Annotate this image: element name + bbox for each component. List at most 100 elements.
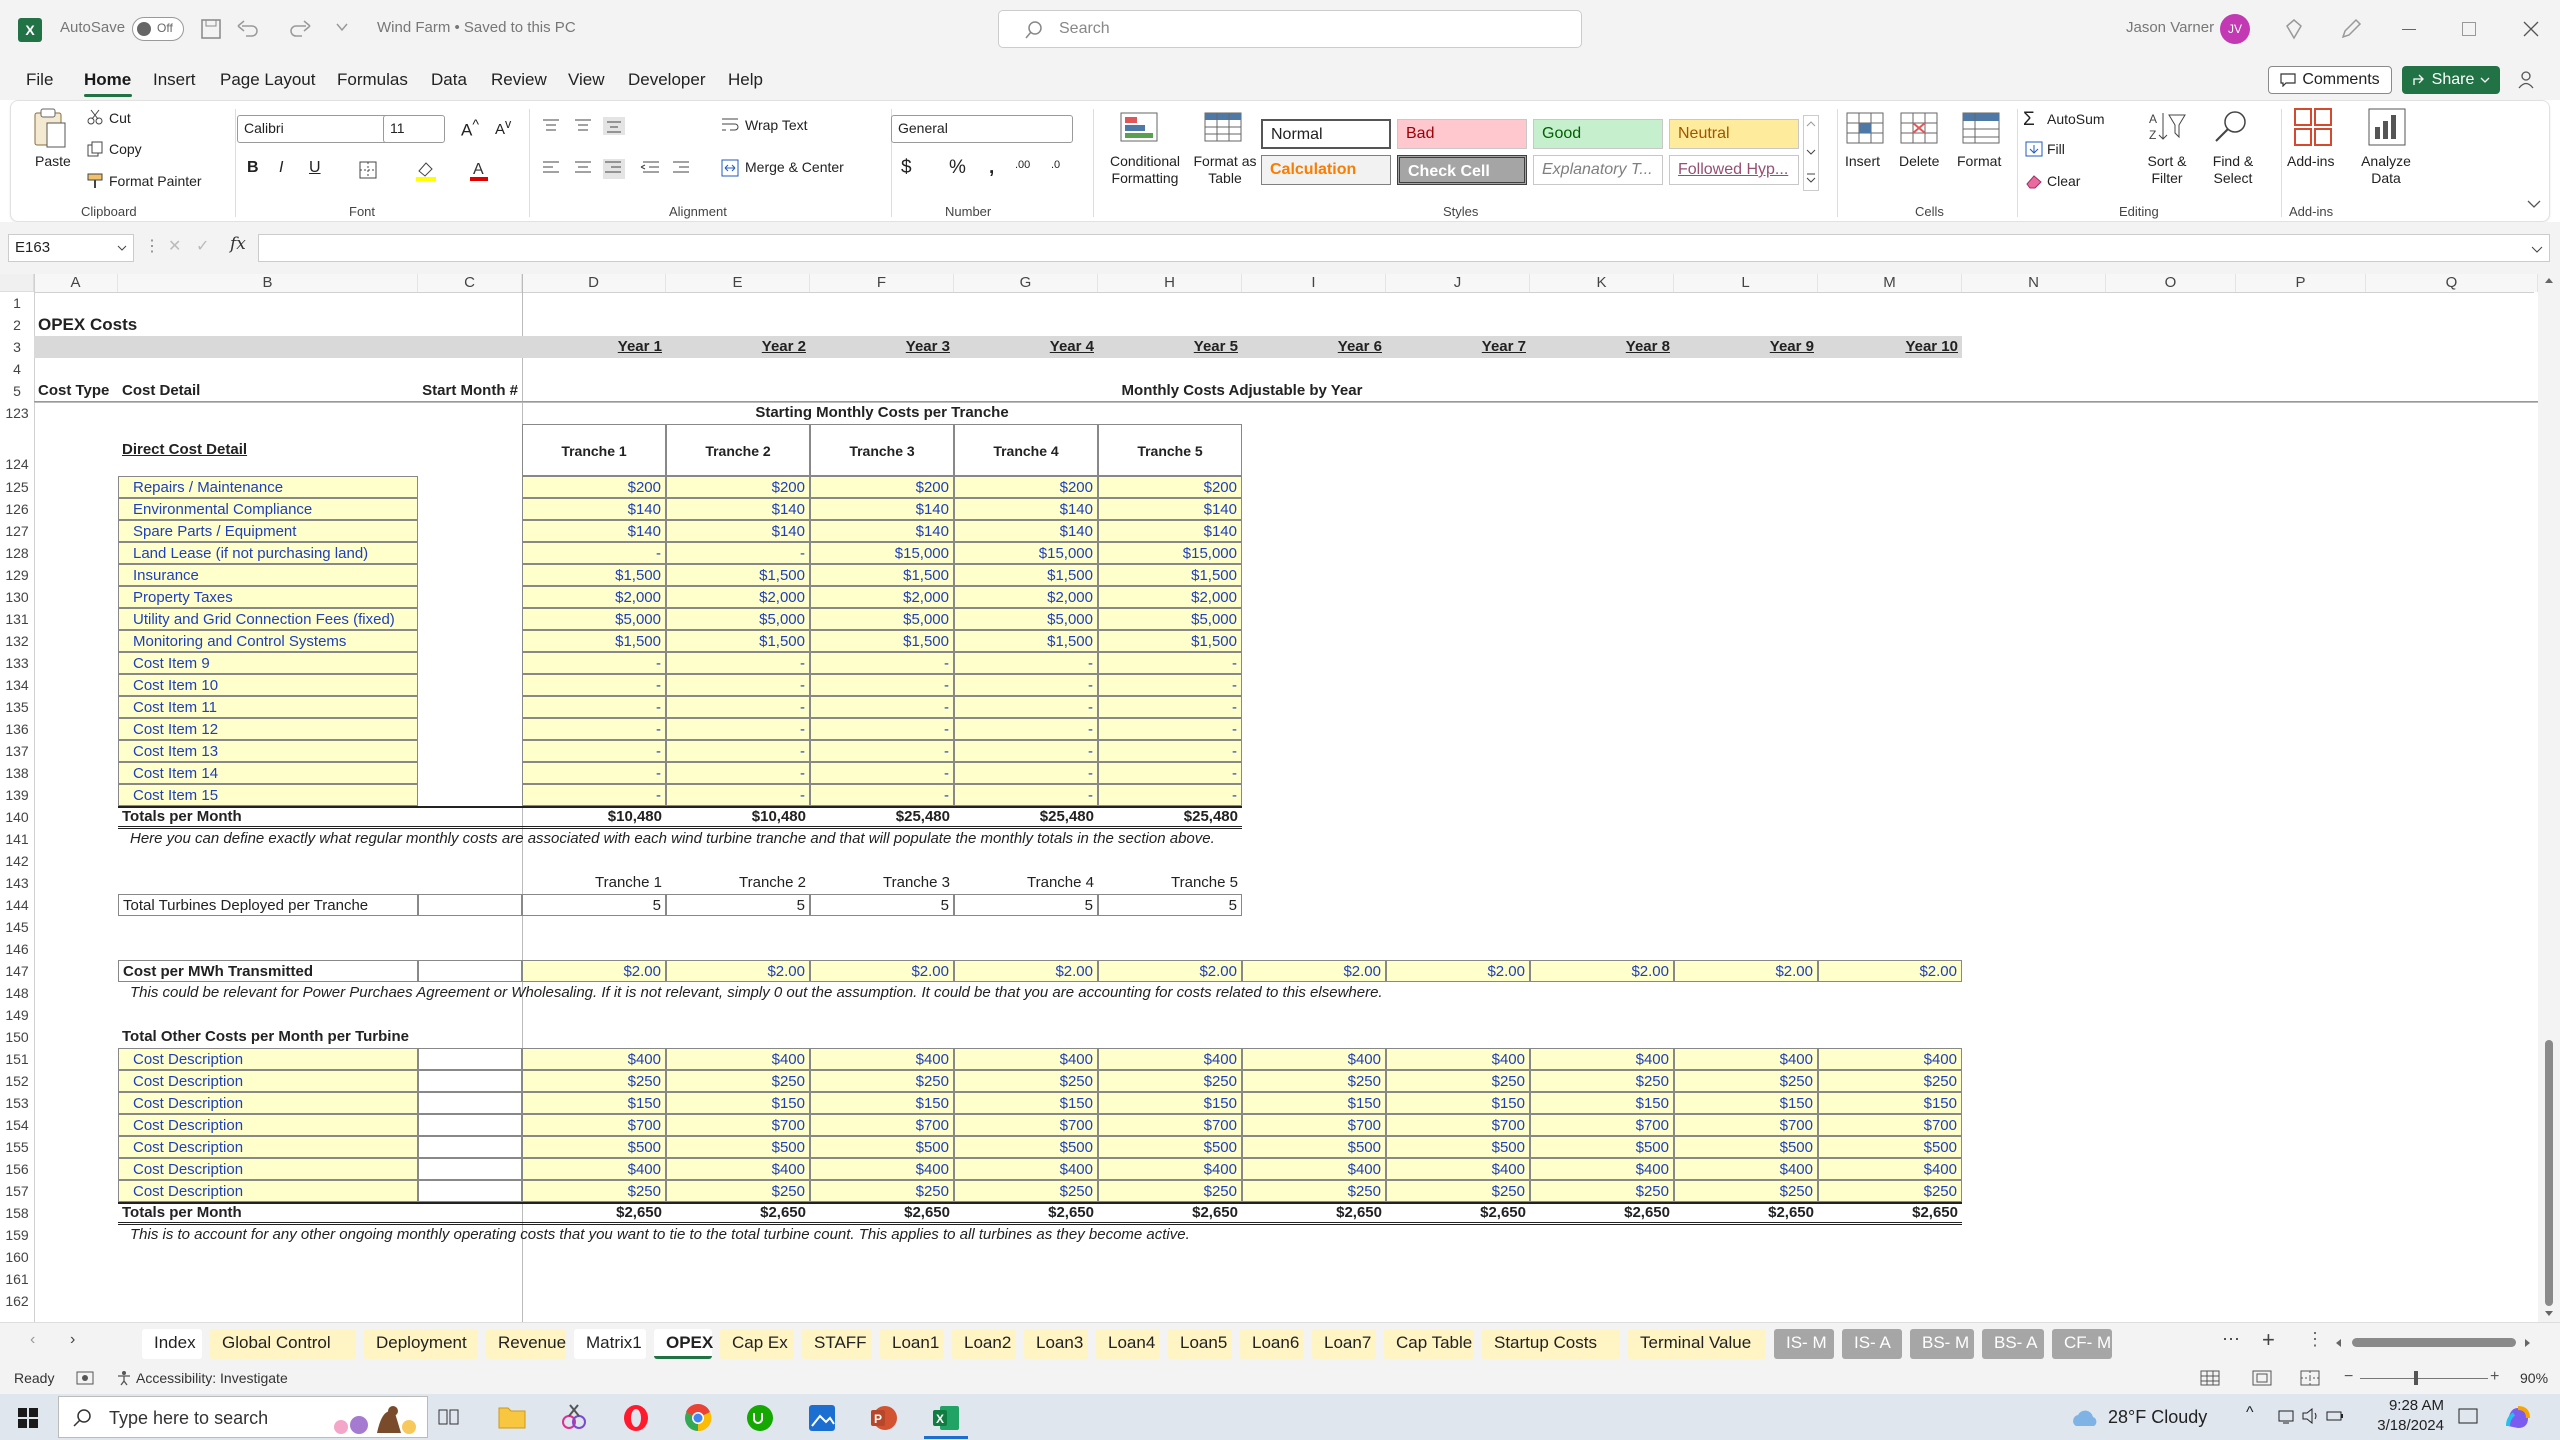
other-cost-value[interactable]: $150 xyxy=(1818,1092,1962,1114)
direct-cost-value[interactable]: - xyxy=(1098,784,1242,806)
tab-scroll-right-icon[interactable]: › xyxy=(70,1331,75,1349)
styles-scroll[interactable] xyxy=(1803,115,1819,191)
other-cost-label[interactable]: Cost Description xyxy=(118,1180,418,1202)
menu-home[interactable]: Home xyxy=(84,70,131,90)
row-header[interactable]: 151 xyxy=(0,1048,34,1070)
collapse-ribbon-icon[interactable] xyxy=(2527,199,2541,209)
other-cost-value[interactable]: $400 xyxy=(1098,1158,1242,1180)
other-cost-value[interactable]: $400 xyxy=(1098,1048,1242,1070)
other-total-value[interactable]: $2,650 xyxy=(1674,1202,1818,1224)
column-header[interactable]: G xyxy=(954,274,1098,292)
column-header[interactable]: I xyxy=(1242,274,1386,292)
horizontal-scroll-thumb[interactable] xyxy=(2352,1338,2516,1347)
year-header[interactable]: Year 3 xyxy=(810,336,954,358)
other-cost-value[interactable]: $400 xyxy=(1242,1158,1386,1180)
direct-cost-value[interactable]: $2,000 xyxy=(954,586,1098,608)
direct-cost-value[interactable]: $140 xyxy=(810,498,954,520)
direct-total-value[interactable]: $10,480 xyxy=(666,806,810,828)
autosum-button[interactable]: AutoSum xyxy=(2047,111,2105,127)
fill-button[interactable]: Fill xyxy=(2047,141,2065,157)
direct-cost-value[interactable]: $1,500 xyxy=(954,564,1098,586)
row-header[interactable]: 153 xyxy=(0,1092,34,1114)
pen-icon[interactable] xyxy=(2340,18,2362,40)
sheet-tab-deployment[interactable]: Deployment xyxy=(364,1329,478,1359)
close-icon[interactable] xyxy=(2522,20,2540,38)
cell[interactable] xyxy=(418,1180,522,1202)
accessibility-status[interactable]: Accessibility: Investigate xyxy=(136,1370,288,1386)
fill-color-icon[interactable] xyxy=(415,159,437,181)
snipping-tool-icon[interactable] xyxy=(560,1404,588,1430)
row-header[interactable]: 1 xyxy=(0,292,34,314)
clock-date[interactable]: 3/18/2024 xyxy=(2364,1417,2444,1434)
sheet-tab-cap-table[interactable]: Cap Table xyxy=(1384,1329,1474,1359)
cost-per-mwh-value[interactable]: $2.00 xyxy=(522,960,666,982)
direct-cost-value[interactable]: $2,000 xyxy=(1098,586,1242,608)
opera-icon[interactable] xyxy=(622,1404,650,1432)
font-color-icon[interactable]: A xyxy=(469,159,489,181)
turbines-value[interactable]: 5 xyxy=(810,894,954,916)
row-header[interactable]: 135 xyxy=(0,696,34,718)
align-left-icon[interactable] xyxy=(541,159,691,179)
row-header[interactable]: 125 xyxy=(0,476,34,498)
other-total-value[interactable]: $2,650 xyxy=(1818,1202,1962,1224)
row-header[interactable]: 142 xyxy=(0,850,34,872)
other-cost-value[interactable]: $250 xyxy=(810,1070,954,1092)
year-header[interactable]: Year 9 xyxy=(1674,336,1818,358)
other-cost-value[interactable]: $500 xyxy=(1386,1136,1530,1158)
other-cost-value[interactable]: $150 xyxy=(954,1092,1098,1114)
direct-cost-value[interactable]: $140 xyxy=(666,520,810,542)
direct-cost-value[interactable]: - xyxy=(522,784,666,806)
cell[interactable] xyxy=(418,1070,522,1092)
cell[interactable] xyxy=(418,1048,522,1070)
sheet-tab-loan6[interactable]: Loan6 xyxy=(1240,1329,1304,1359)
direct-cost-value[interactable]: $1,500 xyxy=(666,564,810,586)
direct-cost-value[interactable]: - xyxy=(522,652,666,674)
copilot-icon[interactable] xyxy=(2504,1404,2532,1432)
cost-per-mwh-value[interactable]: $2.00 xyxy=(954,960,1098,982)
direct-cost-value[interactable]: $200 xyxy=(522,476,666,498)
other-cost-value[interactable]: $700 xyxy=(1098,1114,1242,1136)
other-cost-value[interactable]: $150 xyxy=(522,1092,666,1114)
direct-cost-value[interactable]: $140 xyxy=(1098,498,1242,520)
underline-button[interactable]: U xyxy=(309,159,321,177)
format-painter-button[interactable]: Format Painter xyxy=(109,173,202,189)
taskbar-search-box[interactable]: Type here to search xyxy=(58,1396,428,1438)
style-normal[interactable]: Normal xyxy=(1261,119,1391,149)
direct-cost-label[interactable]: Cost Item 15 xyxy=(118,784,418,806)
other-cost-value[interactable]: $400 xyxy=(810,1158,954,1180)
header-monthly-costs[interactable]: Monthly Costs Adjustable by Year xyxy=(522,380,1962,402)
other-cost-value[interactable]: $400 xyxy=(666,1048,810,1070)
decrease-decimal-icon[interactable]: .0 xyxy=(1051,159,1060,171)
row-header[interactable]: 145 xyxy=(0,916,34,938)
direct-cost-value[interactable]: - xyxy=(666,542,810,564)
number-format-select[interactable]: General xyxy=(891,115,1073,143)
sheet-tab-loan3[interactable]: Loan3 xyxy=(1024,1329,1088,1359)
tranche-header[interactable]: Tranche 1 xyxy=(522,424,666,476)
enter-icon[interactable]: ✓ xyxy=(196,236,209,256)
delete-cells-button[interactable]: Delete xyxy=(1899,153,1939,169)
sheet-tab-loan4[interactable]: Loan4 xyxy=(1096,1329,1160,1359)
restore-icon[interactable] xyxy=(2462,22,2476,36)
direct-cost-value[interactable]: $140 xyxy=(666,498,810,520)
other-cost-value[interactable]: $500 xyxy=(1674,1136,1818,1158)
undo-icon[interactable] xyxy=(236,18,266,40)
year-header[interactable]: Year 7 xyxy=(1386,336,1530,358)
other-cost-value[interactable]: $500 xyxy=(666,1136,810,1158)
row-header[interactable]: 2 xyxy=(0,314,34,336)
row-header[interactable]: 123 xyxy=(0,402,34,424)
other-cost-value[interactable]: $250 xyxy=(1530,1180,1674,1202)
tranche-header[interactable]: Tranche 3 xyxy=(810,424,954,476)
other-cost-value[interactable]: $400 xyxy=(1242,1048,1386,1070)
row-header[interactable]: 157 xyxy=(0,1180,34,1202)
sheet-tab-bs-a[interactable]: BS- A xyxy=(1982,1329,2044,1359)
other-cost-value[interactable]: $700 xyxy=(666,1114,810,1136)
column-header[interactable]: M xyxy=(1818,274,1962,292)
other-costs-label[interactable]: Total Other Costs per Month per Turbine xyxy=(118,1026,522,1048)
upwork-icon[interactable] xyxy=(746,1404,774,1432)
year-header[interactable]: Year 8 xyxy=(1530,336,1674,358)
direct-cost-value[interactable]: - xyxy=(810,740,954,762)
other-cost-value[interactable]: $400 xyxy=(1674,1158,1818,1180)
tranche-header[interactable]: Tranche 2 xyxy=(666,424,810,476)
sheet-options-icon[interactable]: ⋮ xyxy=(2306,1329,2324,1350)
vertical-scroll-thumb[interactable] xyxy=(2545,1040,2553,1306)
